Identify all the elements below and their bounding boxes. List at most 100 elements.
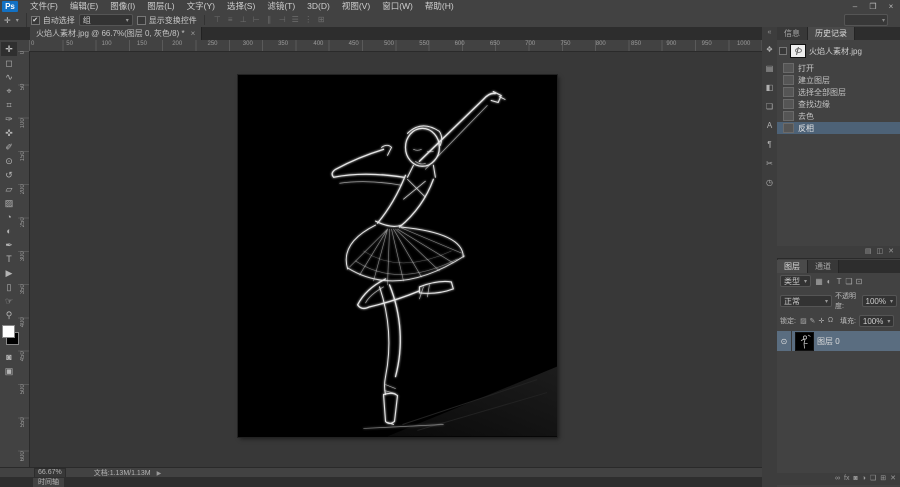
distribute-bottom-icon[interactable]: ⊞ bbox=[316, 15, 327, 25]
timeline-panel-icon[interactable]: ◷ bbox=[763, 176, 776, 189]
lock-image-icon[interactable]: ✎ bbox=[808, 317, 817, 325]
menu-edit[interactable]: 编辑(E) bbox=[64, 0, 104, 13]
restore-button[interactable]: ❐ bbox=[864, 0, 882, 13]
align-bottom-edges-icon[interactable]: ⊥ bbox=[238, 15, 249, 25]
path-selection-tool[interactable]: ▶ bbox=[1, 266, 17, 280]
pen-tool[interactable]: ✒ bbox=[1, 238, 17, 252]
close-icon[interactable]: × bbox=[191, 29, 196, 38]
quick-selection-tool[interactable]: ⌖ bbox=[1, 84, 17, 98]
clip-panel-icon[interactable]: ✂ bbox=[763, 157, 776, 170]
adjustments-panel-icon[interactable]: ◧ bbox=[763, 81, 776, 94]
adjustment-layer-icon[interactable]: ◑ bbox=[862, 473, 866, 485]
menu-3d[interactable]: 3D(D) bbox=[301, 0, 336, 13]
layer-mask-icon[interactable]: ◙ bbox=[854, 473, 858, 485]
menu-file[interactable]: 文件(F) bbox=[24, 0, 64, 13]
new-snapshot-icon[interactable]: ◫ bbox=[877, 246, 884, 258]
marquee-tool[interactable]: ◻ bbox=[1, 56, 17, 70]
filter-smart-objects-icon[interactable]: ⊡ bbox=[854, 277, 864, 286]
brush-tool[interactable]: ✐ bbox=[1, 140, 17, 154]
move-tool[interactable]: ✛ bbox=[1, 42, 17, 56]
fill-dropdown[interactable]: 100% ▾ bbox=[858, 315, 895, 327]
link-layers-icon[interactable]: ∞ bbox=[835, 473, 840, 485]
filter-adjustment-layers-icon[interactable]: ◐ bbox=[824, 277, 834, 286]
color-panel-icon[interactable]: ❖ bbox=[763, 43, 776, 56]
filter-type-dropdown[interactable]: 类型 ▾ bbox=[780, 275, 812, 287]
align-left-edges-icon[interactable]: ⊢ bbox=[251, 15, 262, 25]
tool-preset-picker[interactable]: ✛ ▾ bbox=[0, 13, 27, 27]
zoom-tool[interactable]: ⚲ bbox=[1, 308, 17, 322]
opacity-dropdown[interactable]: 100% ▾ bbox=[861, 295, 897, 307]
tab-timeline[interactable]: 时间轴 bbox=[33, 478, 64, 487]
auto-select-mode-dropdown[interactable]: 组 ▾ bbox=[78, 14, 133, 26]
document-canvas[interactable] bbox=[238, 75, 557, 437]
menu-window[interactable]: 窗口(W) bbox=[376, 0, 419, 13]
color-swatches[interactable] bbox=[1, 325, 19, 347]
lock-all-icon[interactable]: Ω bbox=[826, 317, 835, 325]
clone-stamp-tool[interactable]: ⊙ bbox=[1, 154, 17, 168]
menu-view[interactable]: 视图(V) bbox=[336, 0, 376, 13]
eraser-tool[interactable]: ▱ bbox=[1, 182, 17, 196]
lock-position-icon[interactable]: ✛ bbox=[817, 317, 826, 325]
new-document-from-state-icon[interactable]: ▤ bbox=[865, 246, 872, 258]
filter-shape-layers-icon[interactable]: ❑ bbox=[844, 277, 854, 286]
distribute-top-icon[interactable]: ☰ bbox=[290, 15, 301, 25]
character-panel-icon[interactable]: A bbox=[763, 119, 776, 132]
close-button[interactable]: × bbox=[882, 0, 900, 13]
new-layer-icon[interactable]: ⊞ bbox=[880, 473, 886, 485]
menu-layer[interactable]: 图层(L) bbox=[141, 0, 180, 13]
tab-info[interactable]: 信息 bbox=[777, 27, 808, 40]
history-brush-source-box[interactable] bbox=[779, 47, 787, 55]
blend-mode-dropdown[interactable]: 正常 ▾ bbox=[780, 295, 832, 307]
shape-tool[interactable]: ▯ bbox=[1, 280, 17, 294]
lock-transparency-icon[interactable]: ▨ bbox=[799, 317, 808, 325]
delete-state-icon[interactable]: ✕ bbox=[888, 246, 894, 258]
menu-select[interactable]: 选择(S) bbox=[221, 0, 261, 13]
status-arrow-icon[interactable]: ▶ bbox=[157, 470, 162, 477]
healing-brush-tool[interactable]: ✜ bbox=[1, 126, 17, 140]
delete-layer-icon[interactable]: ✕ bbox=[890, 473, 896, 485]
expand-panels-icon[interactable]: « bbox=[768, 27, 772, 40]
visibility-eye-icon[interactable]: ⊙ bbox=[777, 331, 792, 351]
align-horizontal-centers-icon[interactable]: ∥ bbox=[264, 15, 275, 25]
hand-tool[interactable]: ☞ bbox=[1, 294, 17, 308]
align-right-edges-icon[interactable]: ⊣ bbox=[277, 15, 288, 25]
layer-effects-icon[interactable]: fx bbox=[844, 473, 849, 485]
history-brush-tool[interactable]: ↺ bbox=[1, 168, 17, 182]
history-state-row[interactable]: 反相 bbox=[777, 122, 900, 134]
dodge-tool[interactable]: ◐ bbox=[1, 224, 17, 238]
swatches-panel-icon[interactable]: ▤ bbox=[763, 62, 776, 75]
blur-tool[interactable]: ◔ bbox=[1, 210, 17, 224]
minimize-button[interactable]: – bbox=[846, 0, 864, 13]
eyedropper-tool[interactable]: ✑ bbox=[1, 112, 17, 126]
paragraph-panel-icon[interactable]: ¶ bbox=[763, 138, 776, 151]
history-state-row[interactable]: 查找边缘 bbox=[777, 98, 900, 110]
filter-pixel-layers-icon[interactable]: ▦ bbox=[814, 277, 824, 286]
history-snapshot-row[interactable]: 火焰人素材.jpg bbox=[777, 40, 900, 62]
document-tab[interactable]: 火焰人素材.jpg @ 66.7%(图层 0, 灰色/8) * × bbox=[30, 27, 203, 40]
styles-panel-icon[interactable]: ❏ bbox=[763, 100, 776, 113]
show-transform-checkbox[interactable]: 显示变换控件 bbox=[136, 15, 197, 26]
history-state-row[interactable]: 建立图层 bbox=[777, 74, 900, 86]
align-top-edges-icon[interactable]: ⊤ bbox=[212, 15, 223, 25]
tab-channels[interactable]: 通道 bbox=[808, 260, 839, 273]
align-vertical-centers-icon[interactable]: ≡ bbox=[225, 15, 236, 25]
lasso-tool[interactable]: ∿ bbox=[1, 70, 17, 84]
gradient-tool[interactable]: ▨ bbox=[1, 196, 17, 210]
tab-layers[interactable]: 图层 bbox=[777, 260, 808, 273]
menu-type[interactable]: 文字(Y) bbox=[181, 0, 221, 13]
crop-tool[interactable]: ⌗ bbox=[1, 98, 17, 112]
menu-help[interactable]: 帮助(H) bbox=[419, 0, 460, 13]
type-tool[interactable]: T bbox=[1, 252, 17, 266]
filter-type-layers-icon[interactable]: T bbox=[834, 277, 844, 286]
auto-select-checkbox[interactable]: ✔ 自动选择 bbox=[30, 15, 75, 26]
menu-image[interactable]: 图像(I) bbox=[104, 0, 141, 13]
history-state-row[interactable]: 选择全部图层 bbox=[777, 86, 900, 98]
workspace-dropdown[interactable]: ▾ bbox=[844, 14, 888, 26]
quick-mask-button[interactable]: ◙ bbox=[1, 350, 17, 364]
distribute-vertical-icon[interactable]: ⋮ bbox=[303, 15, 314, 25]
menu-filter[interactable]: 滤镜(T) bbox=[261, 0, 301, 13]
layer-row[interactable]: ⊙ 图层 0 bbox=[777, 331, 900, 351]
foreground-color-swatch[interactable] bbox=[2, 325, 15, 338]
history-state-row[interactable]: 去色 bbox=[777, 110, 900, 122]
layer-group-icon[interactable]: ❑ bbox=[870, 473, 876, 485]
